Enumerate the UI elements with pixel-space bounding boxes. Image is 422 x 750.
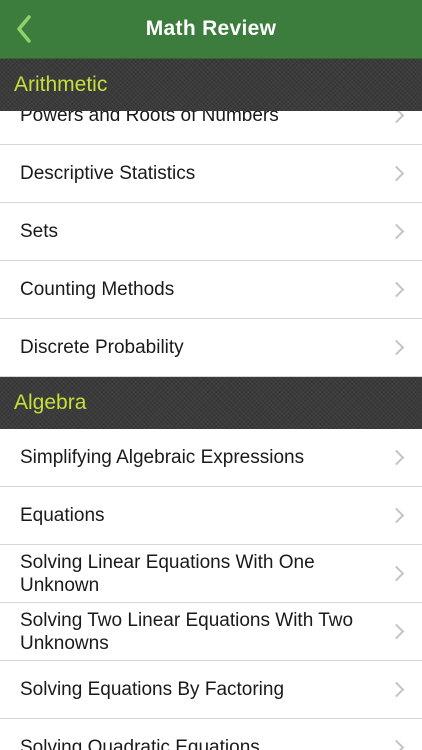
section-title: Algebra: [14, 391, 87, 414]
chevron-right-icon: [388, 281, 405, 297]
back-button[interactable]: [6, 9, 42, 49]
chevron-right-icon: [388, 339, 405, 355]
list-item-label: Solving Linear Equations With One Unknow…: [20, 551, 315, 596]
list-item-label: Simplifying Algebraic Expressions: [20, 447, 305, 468]
chevron-right-icon: [388, 507, 405, 523]
list-item-label: Equations: [20, 505, 105, 526]
chevron-left-icon: [17, 15, 31, 43]
list-item-counting-methods[interactable]: Counting Methods: [0, 261, 422, 319]
list-item-simplifying-expressions[interactable]: Simplifying Algebraic Expressions: [0, 429, 422, 487]
section-header-algebra: Algebra: [0, 377, 422, 429]
list-item-descriptive-statistics[interactable]: Descriptive Statistics: [0, 145, 422, 203]
chevron-right-icon: [388, 165, 405, 181]
list-item-label: Solving Quadratic Equations: [20, 737, 260, 750]
topic-list[interactable]: Powers and Roots of Numbers Arithmetic D…: [0, 59, 422, 750]
section-title: Arithmetic: [14, 73, 108, 96]
list-item-equations-by-factoring[interactable]: Solving Equations By Factoring: [0, 661, 422, 719]
list-item-label: Solving Two Linear Equations With Two Un…: [20, 609, 354, 654]
list-item-quadratic-equations[interactable]: Solving Quadratic Equations: [0, 719, 422, 750]
list-item-label: Solving Equations By Factoring: [20, 679, 285, 700]
chevron-right-icon: [388, 739, 405, 750]
chevron-right-icon: [388, 449, 405, 465]
navigation-bar: Math Review: [0, 0, 422, 59]
chevron-right-icon: [388, 623, 405, 639]
list-item-linear-one-unknown[interactable]: Solving Linear Equations With One Unknow…: [0, 545, 422, 603]
list-item-label: Descriptive Statistics: [20, 163, 196, 184]
chevron-right-icon: [388, 223, 405, 239]
chevron-right-icon: [388, 681, 405, 697]
section-header-arithmetic: Arithmetic: [0, 59, 422, 111]
list-item-two-linear-two-unknowns[interactable]: Solving Two Linear Equations With Two Un…: [0, 603, 422, 661]
chevron-right-icon: [388, 565, 405, 581]
page-title: Math Review: [145, 17, 277, 40]
list-item-label: Discrete Probability: [20, 337, 184, 358]
list-item-label: Counting Methods: [20, 279, 175, 300]
list-item-sets[interactable]: Sets: [0, 203, 422, 261]
list-item-discrete-probability[interactable]: Discrete Probability: [0, 319, 422, 377]
list-item-label: Sets: [20, 221, 59, 242]
list-item-equations[interactable]: Equations: [0, 487, 422, 545]
